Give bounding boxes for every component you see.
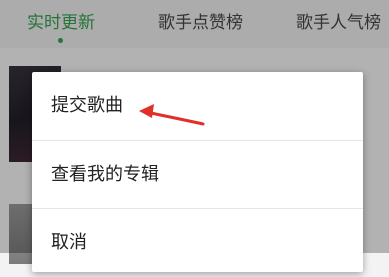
view-my-albums-menu-item[interactable]: 查看我的专辑 xyxy=(32,140,363,208)
submit-song-menu-item[interactable]: 提交歌曲 xyxy=(32,72,363,140)
cancel-menu-item[interactable]: 取消 xyxy=(32,208,363,276)
context-menu: 提交歌曲 查看我的专辑 取消 xyxy=(32,72,363,272)
